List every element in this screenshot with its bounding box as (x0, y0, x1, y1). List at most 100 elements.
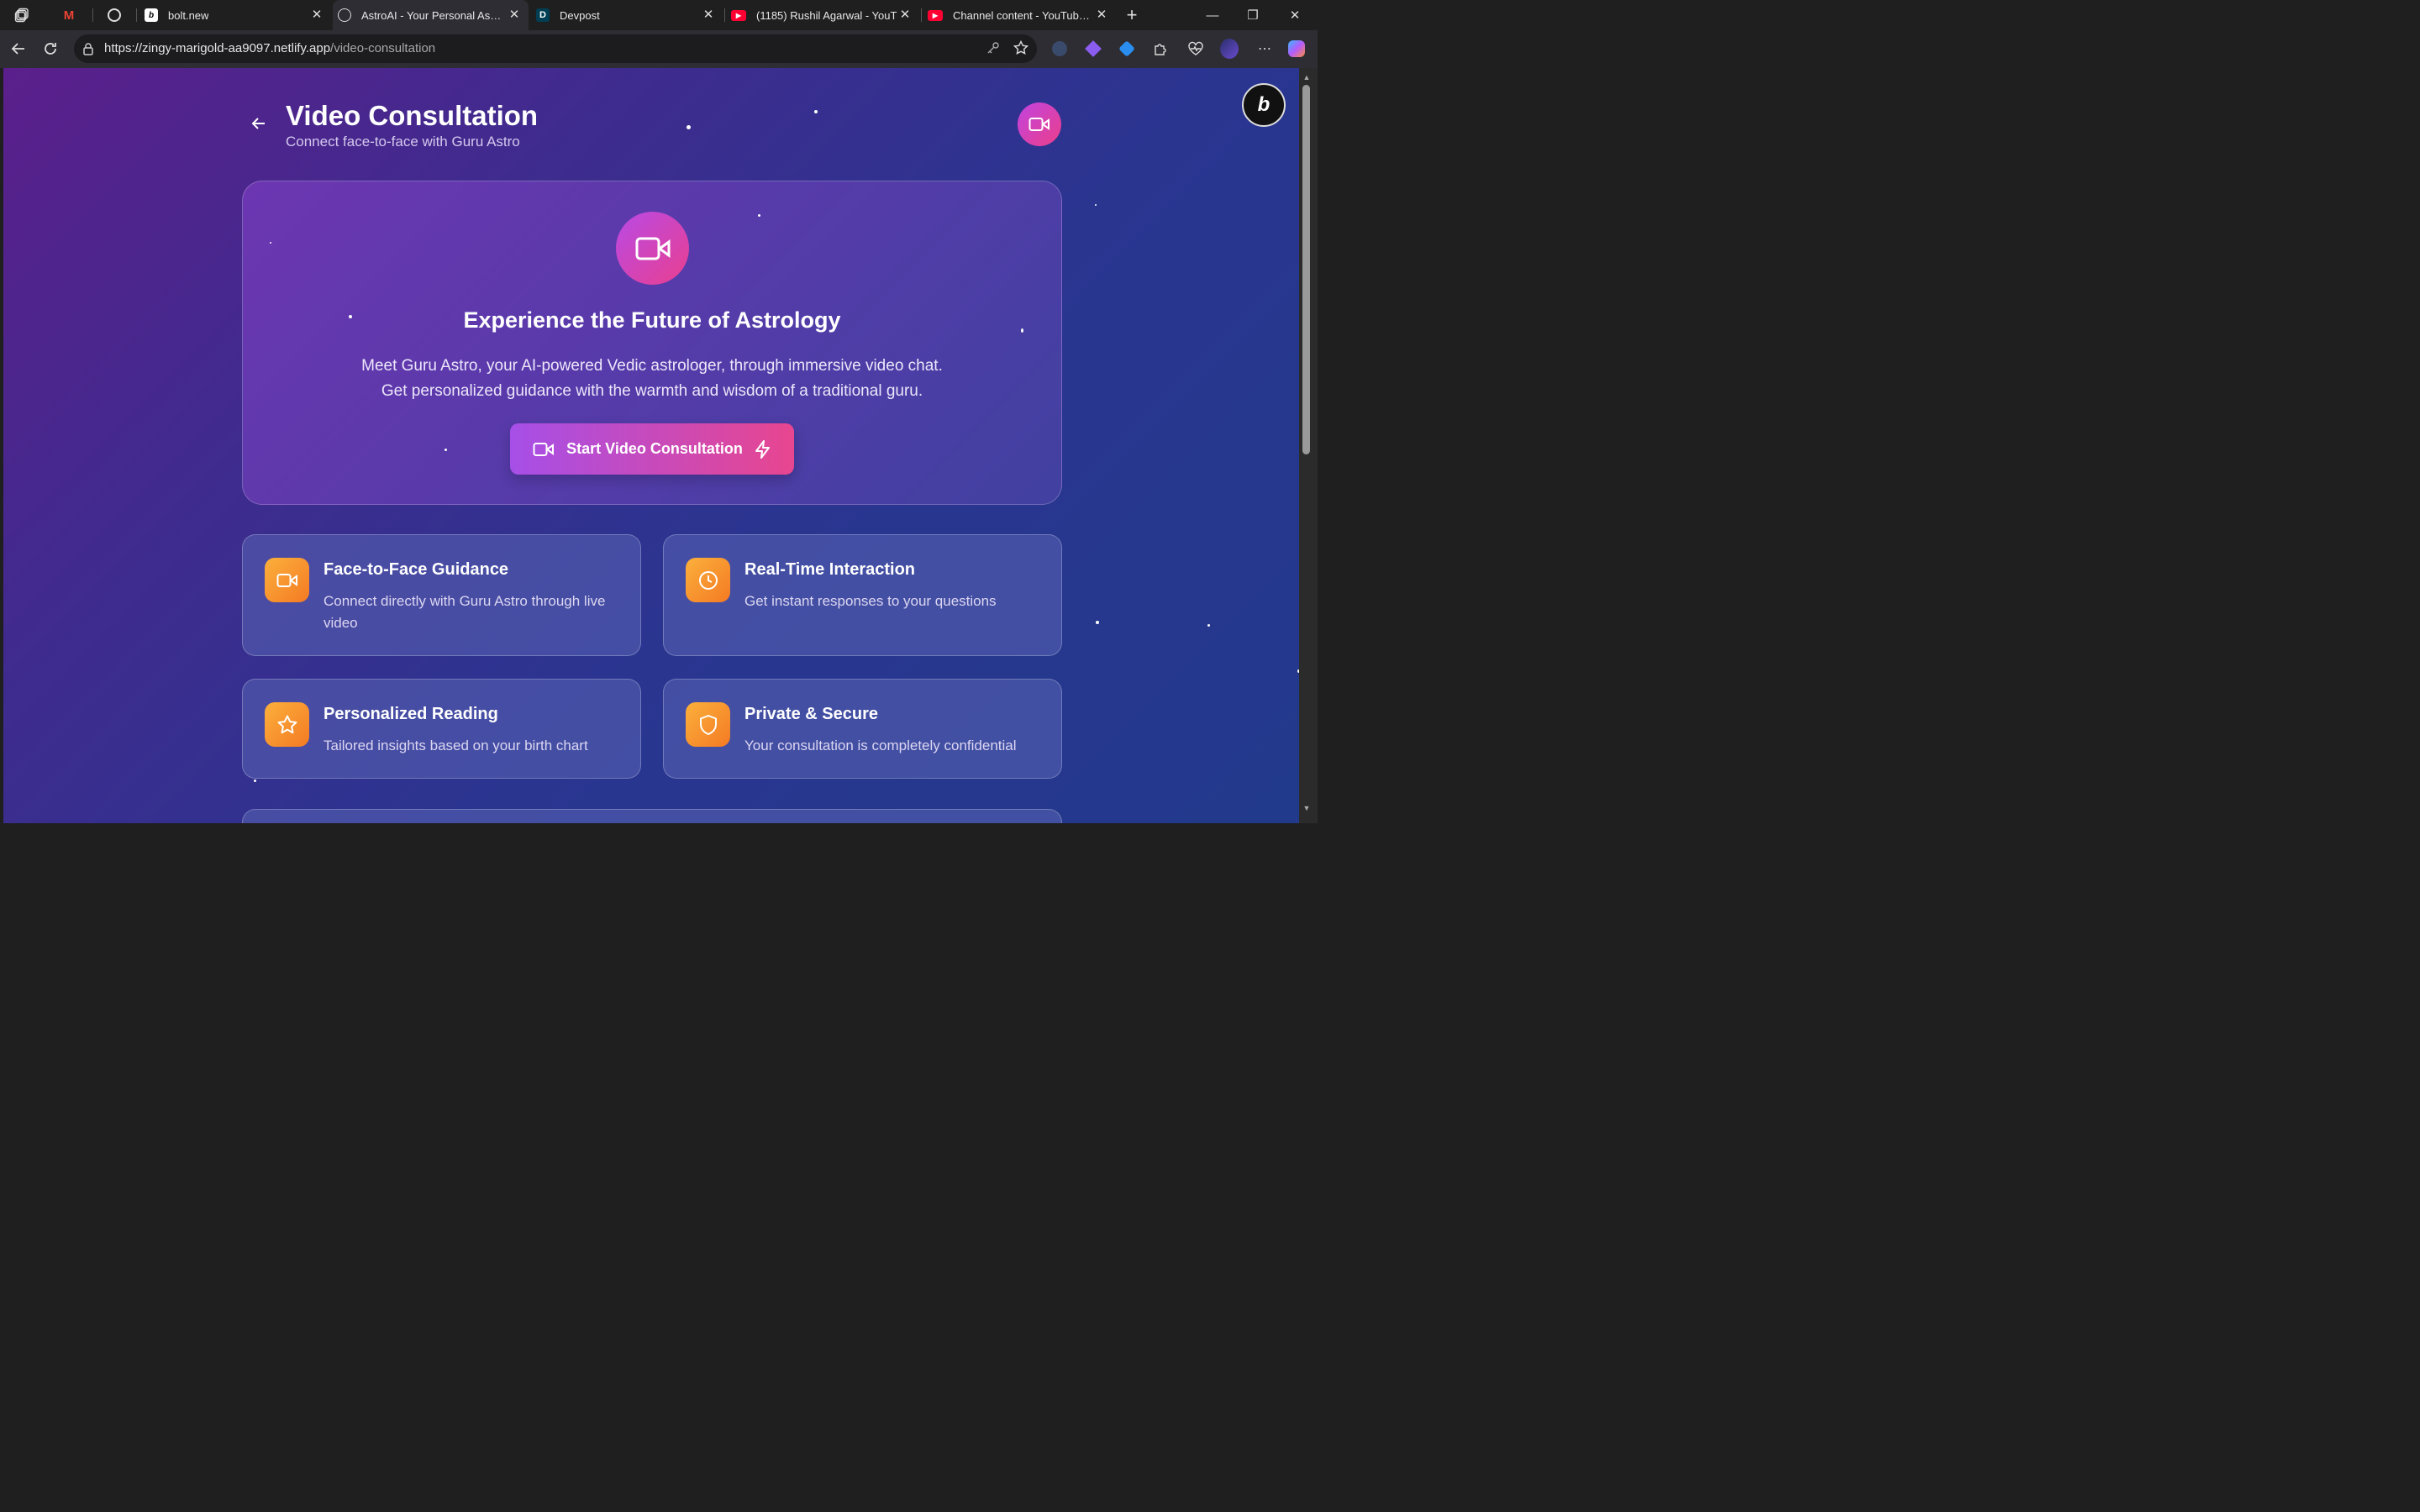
tab-openai[interactable] (99, 0, 133, 30)
extension-stack-icon[interactable] (1084, 39, 1102, 58)
tab-astroai[interactable]: AstroAI - Your Personal Astro ✕ (333, 0, 529, 30)
favorite-star-icon[interactable] (1013, 39, 1029, 60)
tab-title: AstroAI - Your Personal Astro (361, 8, 502, 22)
gmail-icon: M (63, 8, 75, 23)
feature-description: Connect directly with Guru Astro through… (324, 593, 606, 631)
workspaces-icon[interactable] (10, 3, 34, 27)
feature-card: Real-Time Interaction Get instant respon… (663, 534, 1062, 656)
shield-icon (686, 702, 730, 747)
page-title: Video Consultation (286, 100, 539, 131)
scrollbar-thumb[interactable] (1302, 85, 1310, 454)
copilot-icon[interactable] (1287, 39, 1306, 58)
next-section-card (242, 809, 1062, 823)
hero-heading: Experience the Future of Astrology (463, 307, 841, 333)
hero-card: Experience the Future of Astrology Meet … (242, 181, 1062, 505)
video-icon (1028, 118, 1050, 131)
hero-description-line: Meet Guru Astro, your AI-powered Vedic a… (361, 357, 943, 375)
scroll-down-icon[interactable]: ▼ (1302, 804, 1311, 812)
url-path: /video-consultation (330, 41, 436, 55)
close-tab-icon[interactable]: ✕ (897, 8, 913, 23)
start-button-label: Start Video Consultation (566, 440, 743, 457)
tab-gmail[interactable]: M (54, 0, 87, 30)
star-decoration (445, 449, 447, 451)
extensions-puzzle-icon[interactable] (1151, 39, 1170, 58)
tab-bolt[interactable]: b bolt.new ✕ (138, 0, 331, 30)
close-tab-icon[interactable]: ✕ (507, 8, 522, 23)
feature-title: Real-Time Interaction (744, 560, 916, 579)
tab-title: (1185) Rushil Agarwal - YouT (756, 8, 897, 22)
feature-card: Face-to-Face Guidance Connect directly w… (242, 534, 641, 656)
tab-separator (724, 8, 725, 22)
extension-cursor-icon[interactable] (1050, 39, 1069, 58)
star-icon (265, 702, 309, 747)
restore-button[interactable]: ❐ (1234, 0, 1272, 30)
omnibox[interactable]: https://zingy-marigold-aa9097.netlify.ap… (74, 34, 1037, 63)
feature-description: Get instant responses to your questions (744, 593, 997, 609)
globe-icon (338, 8, 351, 22)
youtube-icon: ▶ (928, 9, 943, 21)
video-icon (265, 558, 309, 602)
video-icon (635, 237, 670, 260)
header-video-button[interactable] (1018, 102, 1061, 146)
back-nav-icon[interactable] (7, 37, 30, 60)
tab-title: Devpost (560, 8, 600, 22)
close-tab-icon[interactable]: ✕ (701, 8, 716, 23)
key-icon[interactable] (986, 41, 1000, 59)
feature-title: Private & Secure (744, 705, 878, 723)
health-heart-icon[interactable] (1186, 39, 1205, 58)
bolt-badge[interactable]: b (1242, 83, 1286, 127)
lightning-icon (755, 439, 770, 459)
tab-title: Channel content - YouTube S (953, 8, 1094, 22)
new-tab-button[interactable]: + (1113, 0, 1151, 30)
star-decoration (254, 780, 256, 782)
star-decoration (814, 110, 818, 113)
hero-description-line: Get personalized guidance with the warmt… (381, 382, 923, 400)
page-scrollbar[interactable]: ▲ ▼ (1299, 68, 1318, 823)
clock-icon (686, 558, 730, 602)
tab-title: bolt.new (168, 8, 209, 22)
bolt-badge-letter: b (1257, 93, 1270, 116)
video-icon (533, 442, 555, 456)
start-video-consultation-button[interactable]: Start Video Consultation (510, 423, 794, 475)
profile-avatar[interactable] (1220, 39, 1239, 59)
site-info-icon[interactable] (82, 42, 94, 60)
star-decoration (270, 242, 271, 244)
tab-youtube-2[interactable]: ▶ Channel content - YouTube S ✕ (923, 0, 1116, 30)
close-window-button[interactable]: ✕ (1276, 0, 1314, 30)
scroll-up-icon[interactable]: ▲ (1302, 73, 1311, 81)
address-bar-row: https://zingy-marigold-aa9097.netlify.ap… (0, 30, 1318, 68)
star-decoration (1095, 204, 1097, 206)
feature-card: Personalized Reading Tailored insights b… (242, 679, 641, 779)
star-decoration (758, 214, 760, 217)
bolt-icon: b (145, 8, 158, 22)
feature-title: Face-to-Face Guidance (324, 560, 509, 579)
url-text[interactable]: https://zingy-marigold-aa9097.netlify.ap… (104, 41, 435, 55)
feature-card: Private & Secure Your consultation is co… (663, 679, 1062, 779)
hero-video-badge (616, 212, 689, 285)
refresh-icon[interactable] (39, 37, 62, 60)
hero-description: Meet Guru Astro, your AI-powered Vedic a… (243, 354, 1061, 404)
close-tab-icon[interactable]: ✕ (1094, 8, 1109, 23)
tab-separator (136, 8, 137, 22)
star-decoration (1207, 624, 1210, 627)
tab-separator (92, 8, 93, 22)
feature-description: Tailored insights based on your birth ch… (324, 738, 588, 753)
page-viewport: Video Consultation Connect face-to-face … (3, 68, 1299, 823)
openai-icon (108, 8, 121, 22)
feature-description: Your consultation is completely confiden… (744, 738, 1017, 753)
close-tab-icon[interactable]: ✕ (309, 8, 324, 23)
devpost-icon: D (536, 8, 550, 22)
feature-title: Personalized Reading (324, 705, 498, 723)
youtube-icon: ▶ (731, 9, 746, 21)
star-decoration (687, 125, 691, 129)
tab-youtube-1[interactable]: ▶ (1185) Rushil Agarwal - YouT ✕ (726, 0, 919, 30)
star-decoration (1096, 621, 1099, 624)
url-host: https://zingy-marigold-aa9097.netlify.ap… (104, 41, 331, 55)
back-arrow-button[interactable] (249, 113, 269, 134)
tab-separator (921, 8, 922, 22)
page-subtitle: Connect face-to-face with Guru Astro (286, 134, 520, 150)
minimize-button[interactable]: — (1193, 0, 1232, 30)
extension-diamond-icon[interactable] (1118, 39, 1136, 58)
tab-devpost[interactable]: D Devpost ✕ (531, 0, 723, 30)
more-menu-icon[interactable]: ⋯ (1255, 39, 1274, 58)
